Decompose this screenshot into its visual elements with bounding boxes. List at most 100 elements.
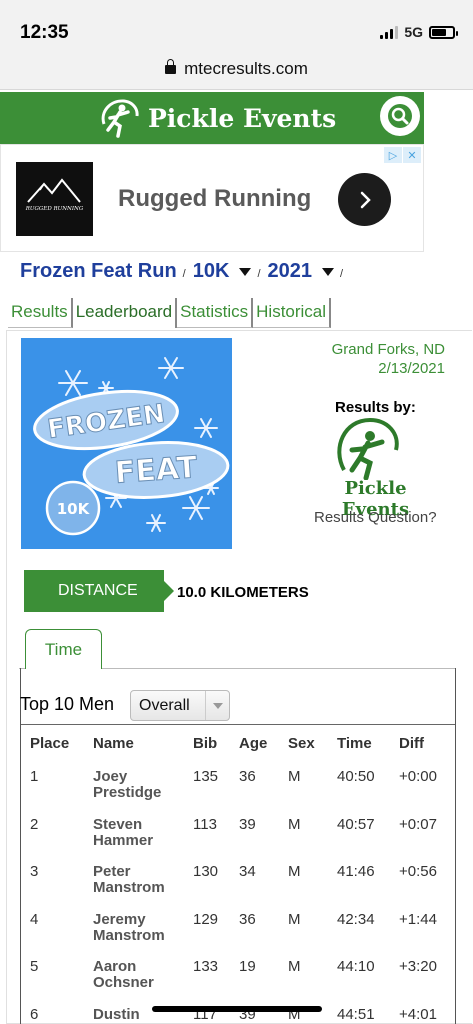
breadcrumb: Frozen Feat Run / 10K / 2021 / xyxy=(20,260,350,283)
tab-time[interactable]: Time xyxy=(25,629,102,669)
table-row[interactable]: 2 Steven Hammer 113 39 M 40:57 +0:07 xyxy=(21,806,455,854)
cell-age: 36 xyxy=(239,910,256,928)
chevron-down-icon[interactable] xyxy=(239,267,252,276)
mountain-logo-icon: RUGGED RUNNING xyxy=(25,178,84,212)
column-header-bib[interactable]: Bib xyxy=(193,728,239,758)
chevron-down-icon[interactable] xyxy=(322,267,334,276)
cell-sex: M xyxy=(288,768,301,785)
runner-logo-icon xyxy=(101,99,139,138)
last-name: Manstrom xyxy=(93,879,165,897)
adchoices-icon[interactable]: ▷ xyxy=(384,147,402,163)
cell-bib: 113 xyxy=(193,815,217,833)
cell-name[interactable]: Aaron Ochsner xyxy=(93,948,193,996)
last-name: Prestidge xyxy=(93,784,162,801)
first-name: Aaron xyxy=(93,958,137,976)
cell-time: 42:34 xyxy=(337,910,375,928)
cell-name[interactable]: Steven Hammer xyxy=(93,806,193,854)
cell-bib: 133 xyxy=(193,958,219,976)
tab-historical[interactable]: Historical xyxy=(253,298,332,328)
status-bar: 12:35 5G xyxy=(0,0,473,60)
table-row[interactable]: 1 Joey Prestidge 135 36 M 40:50 +0:00 xyxy=(21,758,455,806)
signal-icon xyxy=(380,25,399,39)
cell-bib: 129 xyxy=(193,910,219,928)
chevron-right-icon xyxy=(360,191,371,208)
first-name: Joey xyxy=(93,768,128,785)
tab-statistics[interactable]: Statistics xyxy=(177,298,254,328)
column-header-name[interactable]: Name xyxy=(93,728,193,758)
search-button[interactable] xyxy=(380,96,420,136)
chevron-down-icon[interactable] xyxy=(205,691,229,720)
cell-time: 44:51 xyxy=(337,1005,375,1023)
last-name: Hammer xyxy=(93,831,154,849)
column-header-time[interactable]: Time xyxy=(337,728,399,758)
ad-title[interactable]: Rugged Running xyxy=(118,185,311,213)
cell-diff: +0:56 xyxy=(399,863,437,881)
column-header-sex[interactable]: Sex xyxy=(288,728,337,758)
column-header-place[interactable]: Place xyxy=(21,728,93,758)
cell-time: 40:50 xyxy=(337,768,375,785)
cell-sex: M xyxy=(288,815,301,833)
first-name: Jeremy xyxy=(93,910,146,928)
cell-bib: 135 xyxy=(193,768,219,785)
ad-thumb-text: RUGGED RUNNING xyxy=(25,206,84,212)
cell-name[interactable]: Jeremy Manstrom xyxy=(93,901,193,949)
cell-diff: +4:01 xyxy=(399,1005,437,1023)
distance-label: DISTANCE xyxy=(24,570,174,612)
results-question-link[interactable]: Results Question? xyxy=(314,509,437,526)
site-logo[interactable]: Pickle Events xyxy=(96,96,336,140)
crumb-year[interactable]: 2021 xyxy=(268,260,313,283)
cell-sex: M xyxy=(288,958,301,976)
ad-open-button[interactable] xyxy=(338,173,391,226)
table-row[interactable]: 4 Jeremy Manstrom 129 36 M 42:34 +1:44 xyxy=(21,901,455,949)
cell-time: 41:46 xyxy=(337,863,375,881)
cell-place: 2 xyxy=(30,815,39,833)
status-indicators: 5G xyxy=(380,24,458,40)
crumb-event[interactable]: Frozen Feat Run xyxy=(20,260,177,283)
image-title-line2: FEAT xyxy=(114,450,199,491)
last-name: Ochsner xyxy=(93,974,154,992)
search-icon xyxy=(388,104,412,128)
cell-sex: M xyxy=(288,910,301,928)
crumb-separator: / xyxy=(340,267,344,280)
cell-age: 36 xyxy=(239,768,256,785)
cell-age: 39 xyxy=(239,815,256,833)
column-header-diff[interactable]: Diff xyxy=(399,728,455,758)
close-icon[interactable]: ✕ xyxy=(403,147,421,163)
cell-name[interactable]: Peter Manstrom xyxy=(93,853,193,901)
lock-icon xyxy=(165,59,177,74)
tab-results[interactable]: Results xyxy=(8,298,73,328)
ad-choices[interactable]: ▷ ✕ xyxy=(384,147,421,163)
snowflake-art: FROZEN FEAT 10K xyxy=(33,357,230,536)
ad-banner[interactable]: RUGGED RUNNING Rugged Running ▷ ✕ xyxy=(0,144,424,252)
column-header-age[interactable]: Age xyxy=(239,728,288,758)
cell-time: 44:10 xyxy=(337,958,375,976)
table-row[interactable]: 3 Peter Manstrom 130 34 M 41:46 +0:56 xyxy=(21,853,455,901)
cell-age: 19 xyxy=(239,958,256,976)
section-tabs: Results Leaderboard Statistics Historica… xyxy=(8,298,332,328)
cell-place: 1 xyxy=(30,768,39,785)
division-select-value: Overall xyxy=(139,696,190,714)
table-divider xyxy=(21,724,455,725)
address-bar[interactable]: mtecresults.com xyxy=(0,56,473,90)
home-indicator[interactable] xyxy=(152,1006,322,1012)
cell-place: 6 xyxy=(30,1005,39,1023)
race-image: FROZEN FEAT 10K xyxy=(21,338,232,549)
crumb-race[interactable]: 10K xyxy=(193,260,230,283)
table-row[interactable]: 5 Aaron Ochsner 133 19 M 44:10 +3:20 xyxy=(21,948,455,996)
cell-place: 5 xyxy=(30,958,39,976)
tab-leaderboard[interactable]: Leaderboard xyxy=(73,298,178,328)
last-name: Manstrom xyxy=(93,926,165,944)
timer-logo[interactable]: Pickle Events xyxy=(308,416,443,520)
runner-logo-icon xyxy=(337,417,399,481)
image-badge: 10K xyxy=(57,500,91,518)
ad-thumbnail: RUGGED RUNNING xyxy=(16,162,93,236)
cell-diff: +1:44 xyxy=(399,910,437,928)
first-name: Steven xyxy=(93,815,143,833)
cell-place: 4 xyxy=(30,910,39,928)
crumb-separator: / xyxy=(257,267,261,280)
event-meta: Grand Forks, ND 2/13/2021 xyxy=(332,340,445,378)
first-name: Peter xyxy=(93,863,131,881)
cell-name[interactable]: Joey Prestidge xyxy=(93,758,193,806)
division-select[interactable]: Overall xyxy=(130,690,230,721)
cell-diff: +3:20 xyxy=(399,958,437,976)
